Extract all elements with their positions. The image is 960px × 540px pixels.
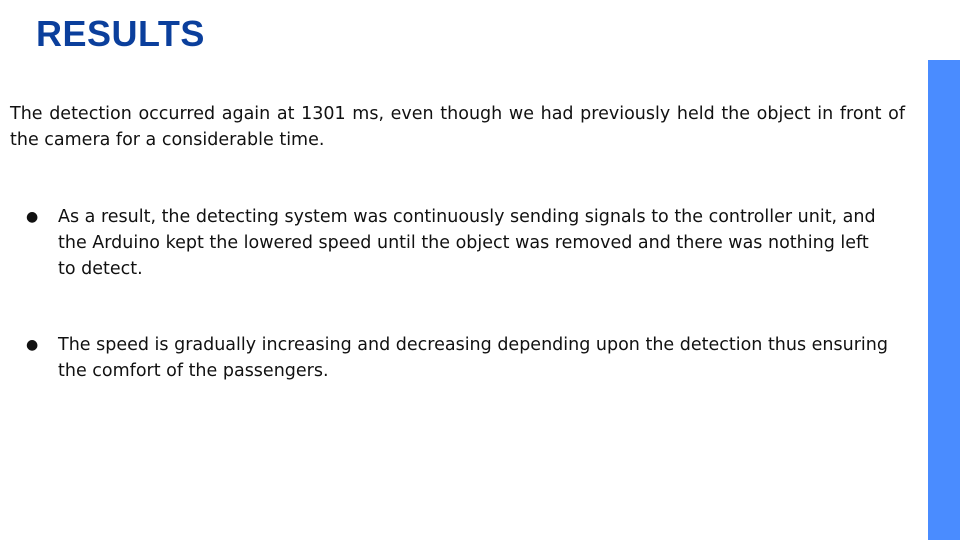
bullet-text: As a result, the detecting system was co… — [58, 207, 876, 279]
slide-title: RESULTS — [36, 13, 205, 54]
intro-paragraph: The detection occurred again at 1301 ms,… — [10, 104, 905, 150]
bullet-dot-icon: ● — [26, 337, 39, 353]
accent-side-bar — [928, 60, 960, 540]
bullet-item: ● The speed is gradually increasing and … — [0, 332, 900, 384]
bullet-list: ● As a result, the detecting system was … — [0, 204, 900, 434]
bullet-text: The speed is gradually increasing and de… — [58, 335, 888, 381]
bullet-item: ● As a result, the detecting system was … — [0, 204, 900, 282]
bullet-dot-icon: ● — [26, 209, 39, 225]
